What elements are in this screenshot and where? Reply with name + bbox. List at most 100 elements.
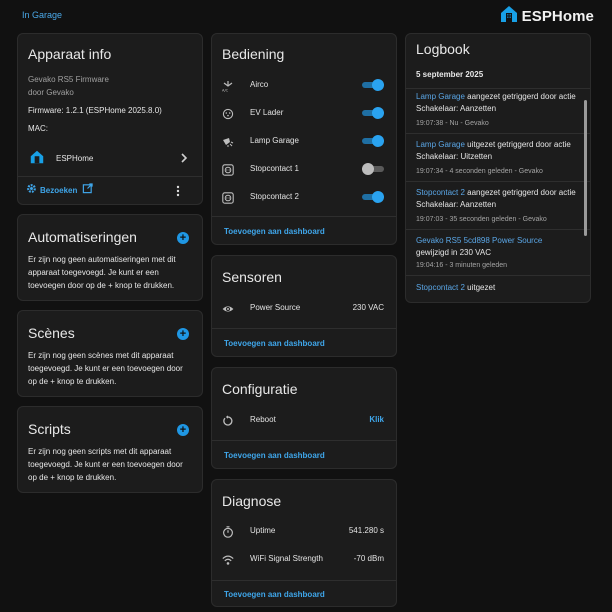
log-divider — [406, 229, 590, 230]
breadcrumb-in-garage[interactable]: In Garage — [22, 10, 62, 20]
esphome-logo-icon — [500, 5, 518, 28]
diagnostics-card: Diagnose Uptime 541.280 s WiFi Signal St… — [211, 479, 397, 607]
timer-icon — [222, 525, 234, 538]
log-text: uitgezet — [467, 283, 496, 292]
brand-name: ESPHome — [521, 8, 594, 25]
sensor-value: 230 VAC — [352, 303, 384, 312]
firmware-version: Firmware: 1.2.1 (ESPHome 2025.8.0) — [28, 106, 162, 115]
sensors-divider — [212, 328, 396, 329]
log-entity-link[interactable]: Lamp Garage — [416, 140, 465, 149]
controls-card: Bediening A/C Airco EV Lader Lamp Garage… — [211, 33, 397, 245]
log-meta: 19:07:38 - Nu - Gevako — [416, 120, 489, 127]
sensor-row-power-source[interactable]: Power Source 230 VAC — [212, 296, 396, 320]
diag-row-uptime[interactable]: Uptime 541.280 s — [212, 519, 396, 543]
control-row-stopcontact-1[interactable]: Stopcontact 1 — [212, 157, 396, 181]
add-automation-button[interactable]: + — [177, 232, 189, 244]
config-row-reboot: Reboot Klik — [212, 408, 396, 432]
log-meta: 19:04:16 - 3 minuten geleden — [416, 262, 508, 269]
integration-row[interactable]: ESPHome — [18, 146, 202, 170]
logbook-scrollbar[interactable] — [584, 100, 587, 236]
sensors-title: Sensoren — [222, 269, 282, 285]
log-entry: Lamp Garage aangezet getriggerd door act… — [406, 91, 590, 133]
logbook-divider — [406, 88, 590, 89]
automations-text: Er zijn nog geen automatiseringen met di… — [28, 255, 176, 290]
brand: ESPHome — [500, 5, 594, 28]
eye-icon — [222, 302, 234, 314]
automations-card: Automatiseringen + Er zijn nog geen auto… — [17, 214, 203, 301]
add-script-button[interactable]: + — [177, 424, 189, 436]
diag-value: 541.280 s — [348, 526, 384, 535]
more-options-icon[interactable] — [176, 184, 180, 197]
firmware-name: Gevako RS5 Firmware — [28, 75, 109, 84]
log-meta: 19:07:34 - 4 seconden geleden - Gevako — [416, 168, 543, 175]
top-bar: In Garage ESPHome — [0, 0, 612, 30]
control-label: EV Lader — [250, 108, 284, 117]
controls-divider — [212, 216, 396, 217]
reboot-press-button[interactable]: Klik — [369, 415, 384, 424]
diagnostics-title: Diagnose — [222, 493, 282, 509]
log-meta: 19:07:03 - 35 seconden geleden - Gevako — [416, 216, 547, 223]
control-row-ev-lader[interactable]: EV Lader — [212, 101, 396, 125]
wifi-icon — [222, 553, 234, 565]
controls-add-to-dashboard[interactable]: Toevoegen aan dashboard — [224, 227, 325, 236]
sensors-card: Sensoren Power Source 230 VAC Toevoegen … — [211, 255, 397, 357]
toggle-switch[interactable] — [362, 163, 384, 175]
logbook-card: Logbook 5 september 2025 Lamp Garage aan… — [405, 33, 591, 303]
log-entity-link[interactable]: Lamp Garage — [416, 92, 465, 101]
restart-icon — [222, 414, 234, 426]
log-entry: Lamp Garage uitgezet getriggerd door act… — [406, 139, 590, 181]
control-label: Stopcontact 1 — [250, 164, 299, 173]
control-label: Lamp Garage — [250, 136, 299, 145]
automations-title: Automatiseringen — [28, 229, 137, 245]
add-scene-button[interactable]: + — [177, 328, 189, 340]
log-divider — [406, 275, 590, 276]
log-entity-link[interactable]: Gevako RS5 5cd898 Power Source — [416, 236, 542, 245]
diagnostics-divider — [212, 580, 396, 581]
toggle-switch[interactable] — [362, 107, 384, 119]
log-divider — [406, 181, 590, 182]
log-entry: Stopcontact 2 uitgezet — [406, 282, 590, 302]
diag-value: -70 dBm — [353, 554, 384, 563]
device-info-card: Apparaat info Gevako RS5 Firmware door G… — [17, 33, 203, 205]
scripts-card: Scripts + Er zijn nog geen scripts met d… — [17, 406, 203, 493]
logbook-title: Logbook — [416, 41, 470, 57]
log-text: gewijzigd in 230 VAC — [416, 248, 492, 257]
log-entity-link[interactable]: Stopcontact 2 — [416, 188, 465, 197]
configuration-title: Configuratie — [222, 381, 298, 397]
scenes-text: Er zijn nog geen scènes met dit apparaat… — [28, 351, 183, 386]
controls-title: Bediening — [222, 46, 285, 62]
control-label: Airco — [250, 80, 269, 89]
toggle-switch[interactable] — [362, 191, 384, 203]
log-entity-link[interactable]: Stopcontact 2 — [416, 283, 465, 292]
gear-icon — [26, 181, 37, 199]
ev-charger-icon — [222, 107, 234, 120]
control-row-airco[interactable]: A/C Airco — [212, 73, 396, 97]
svg-text:A/C: A/C — [222, 89, 229, 93]
sensor-label: Power Source — [250, 303, 301, 312]
manufacturer: door Gevako — [28, 88, 74, 97]
log-entry: Gevako RS5 5cd898 Power Source gewijzigd… — [406, 235, 590, 275]
integration-label: ESPHome — [56, 154, 94, 163]
toggle-switch[interactable] — [362, 79, 384, 91]
config-label: Reboot — [250, 415, 276, 424]
diag-label: WiFi Signal Strength — [250, 554, 323, 563]
diagnostics-add-to-dashboard[interactable]: Toevoegen aan dashboard — [224, 590, 325, 599]
airco-icon: A/C — [222, 79, 234, 93]
scenes-card: Scènes + Er zijn nog geen scènes met dit… — [17, 310, 203, 397]
log-divider — [406, 133, 590, 134]
sensors-add-to-dashboard[interactable]: Toevoegen aan dashboard — [224, 339, 325, 348]
visit-button[interactable]: Bezoeken — [26, 181, 94, 199]
control-row-lamp-garage[interactable]: Lamp Garage — [212, 129, 396, 153]
configuration-add-to-dashboard[interactable]: Toevoegen aan dashboard — [224, 451, 325, 460]
logbook-date: 5 september 2025 — [416, 70, 484, 79]
socket-icon — [222, 163, 234, 176]
chevron-right-icon — [180, 151, 188, 169]
esphome-icon — [30, 150, 44, 169]
control-row-stopcontact-2[interactable]: Stopcontact 2 — [212, 185, 396, 209]
toggle-switch[interactable] — [362, 135, 384, 147]
diag-label: Uptime — [250, 526, 276, 535]
configuration-divider — [212, 440, 396, 441]
scripts-text: Er zijn nog geen scripts met dit apparaa… — [28, 447, 183, 482]
socket-icon — [222, 191, 234, 204]
diag-row-wifi-signal[interactable]: WiFi Signal Strength -70 dBm — [212, 547, 396, 571]
